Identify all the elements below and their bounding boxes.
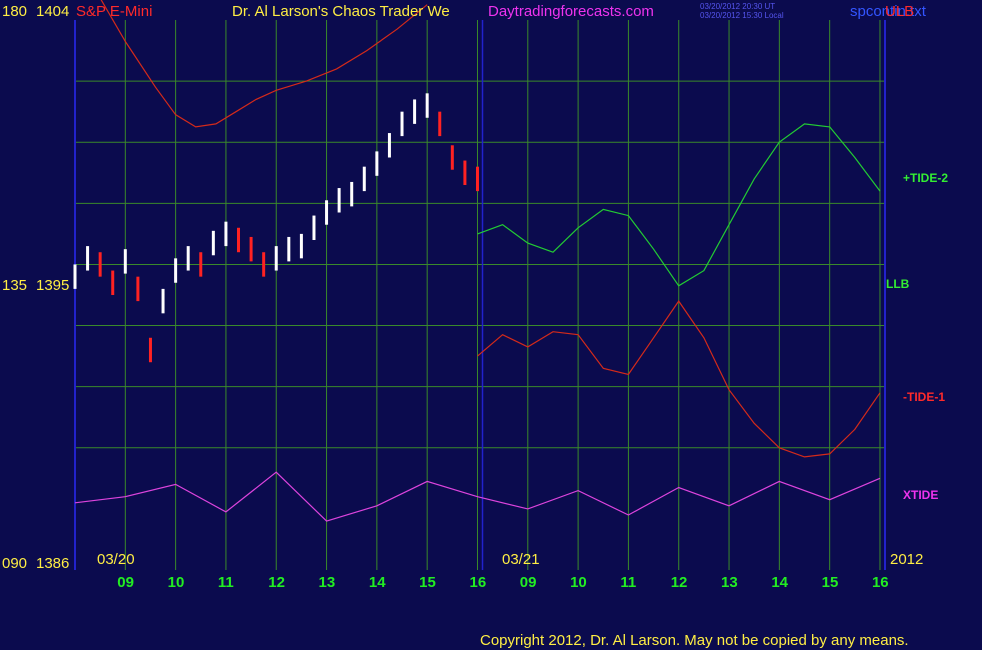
tide2-label: +TIDE-2 bbox=[903, 171, 949, 185]
y-scale-bottom-label: 090 bbox=[2, 555, 28, 572]
x-tick-label: 16 bbox=[469, 574, 487, 591]
price-bottom-label: 1386 bbox=[36, 555, 70, 572]
x-tick-label: 14 bbox=[368, 574, 386, 591]
year-label: 2012 bbox=[890, 551, 924, 568]
x-tick-label: 11 bbox=[620, 574, 637, 591]
instrument-label: S&P E-Mini bbox=[76, 3, 153, 20]
x-tick-label: 15 bbox=[821, 574, 839, 591]
site-label: Daytradingforecasts.com bbox=[488, 3, 654, 20]
ulb-label: ULB bbox=[885, 3, 915, 20]
date-day1: 03/20 bbox=[97, 551, 135, 568]
timestamp-local: 03/20/2012 15:30 Local bbox=[700, 11, 784, 20]
chart-title: Dr. Al Larson's Chaos Trader We bbox=[232, 3, 450, 20]
x-tick-label: 10 bbox=[570, 574, 587, 591]
copyright-text: Copyright 2012, Dr. Al Larson. May not b… bbox=[480, 632, 909, 649]
x-tick-label: 09 bbox=[117, 574, 134, 591]
price-mid-label: 1395 bbox=[36, 277, 70, 294]
tide1-label: -TIDE-1 bbox=[903, 390, 945, 404]
x-tick-label: 13 bbox=[721, 574, 738, 591]
x-tick-label: 13 bbox=[318, 574, 336, 591]
timestamp-ut: 03/20/2012 20:30 UT bbox=[700, 2, 776, 11]
price-top-label: 1404 bbox=[36, 3, 70, 20]
chart-plot bbox=[73, 0, 886, 570]
x-tick-label: 12 bbox=[670, 574, 688, 591]
x-tick-label: 14 bbox=[771, 574, 789, 591]
chart-stage: 180 1404 S&P E-Mini Dr. Al Larson's Chao… bbox=[0, 0, 982, 650]
date-day2: 03/21 bbox=[502, 551, 540, 568]
x-tick-label: 11 bbox=[217, 574, 234, 591]
xtide-label: XTIDE bbox=[903, 488, 939, 502]
y-scale-mid-label: 135 bbox=[2, 277, 28, 294]
x-tick-label: 09 bbox=[519, 574, 537, 591]
x-tick-label: 10 bbox=[167, 574, 185, 591]
y-scale-top-label: 180 bbox=[2, 3, 28, 20]
llb-label: LLB bbox=[886, 277, 910, 291]
x-tick-label: 12 bbox=[268, 574, 285, 591]
x-tick-label: 15 bbox=[419, 574, 436, 591]
x-tick-label: 16 bbox=[871, 574, 889, 591]
